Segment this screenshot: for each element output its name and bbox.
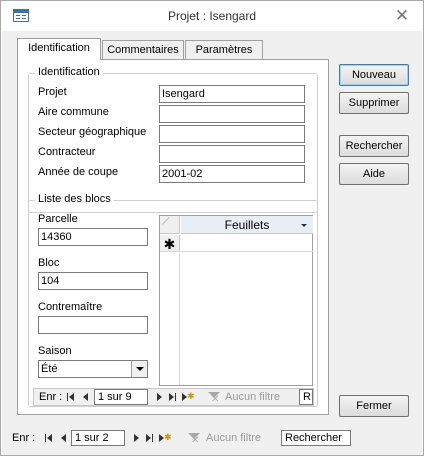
tab-identification[interactable]: Identification: [17, 38, 101, 60]
parcelle-label: Parcelle: [38, 213, 78, 225]
contremaitre-label: Contremaître: [38, 301, 103, 313]
form-search-input[interactable]: Rechercher: [281, 430, 351, 446]
bloc-label: Bloc: [38, 257, 60, 269]
contracteur-label: Contracteur: [38, 146, 96, 158]
tab-panel-identification: Identification Projet Isengard Aire comm…: [17, 59, 329, 415]
tab-parametres[interactable]: Paramètres: [185, 40, 263, 60]
last-record-icon[interactable]: [167, 390, 179, 404]
row-selector-column: [160, 253, 180, 385]
annee-coupe-field[interactable]: 2001-02: [159, 165, 305, 183]
new-record-icon[interactable]: ✱: [181, 390, 195, 404]
annee-coupe-label: Année de coupe: [38, 166, 119, 178]
supprimer-button[interactable]: Supprimer: [339, 92, 409, 114]
aide-button[interactable]: Aide: [339, 163, 409, 185]
feuillets-column-header[interactable]: Feuillets: [181, 216, 313, 234]
secteur-field[interactable]: [159, 125, 305, 143]
saison-combo[interactable]: Été: [38, 360, 148, 378]
contracteur-field[interactable]: [159, 145, 305, 163]
title-bar: Projet : Isengard ✕: [1, 1, 423, 31]
subform-nav-prefix: Enr :: [39, 391, 63, 403]
rechercher-button[interactable]: Rechercher: [339, 135, 409, 157]
form-next-record-icon[interactable]: [130, 431, 142, 445]
feuillets-datasheet[interactable]: Feuillets ✱: [159, 215, 313, 386]
next-record-icon[interactable]: [153, 390, 165, 404]
nouveau-button[interactable]: Nouveau: [339, 64, 409, 86]
subform-filter-status[interactable]: Aucun filtre: [225, 389, 280, 405]
form-client-area: Identification Commentaires Paramètres I…: [2, 31, 422, 455]
form-new-record-icon[interactable]: ✱: [158, 431, 172, 445]
dialog-window: Projet : Isengard ✕ Identification Comme…: [0, 0, 424, 456]
form-navigation-bar: Enr : 1 sur 2 ✱ ✕ Aucun filtre Recherche…: [6, 430, 353, 448]
identification-group-label: Identification: [35, 66, 103, 78]
close-icon[interactable]: ✕: [391, 5, 413, 27]
window-title: Projet : Isengard: [167, 9, 257, 23]
form-previous-record-icon[interactable]: [58, 431, 70, 445]
projet-label: Projet: [38, 86, 67, 98]
projet-field[interactable]: Isengard: [159, 85, 305, 103]
saison-dropdown-button[interactable]: [131, 361, 147, 377]
form-filter-status[interactable]: Aucun filtre: [206, 430, 261, 446]
fermer-button[interactable]: Fermer: [339, 395, 409, 417]
secteur-label: Secteur géographique: [38, 126, 147, 138]
parcelle-field[interactable]: 14360: [38, 228, 148, 246]
form-nav-prefix: Enr :: [12, 432, 36, 444]
previous-record-icon[interactable]: [80, 390, 92, 404]
saison-label: Saison: [38, 345, 72, 357]
form-first-record-icon[interactable]: [44, 431, 56, 445]
column-dropdown-icon[interactable]: [301, 224, 307, 227]
new-row-selector[interactable]: ✱: [160, 235, 180, 252]
form-record-number[interactable]: 1 sur 2: [71, 430, 125, 446]
chevron-down-icon: [136, 367, 144, 371]
new-row-cell[interactable]: [181, 235, 313, 252]
saison-value: Été: [41, 363, 58, 375]
subform-record-number[interactable]: 1 sur 9: [94, 389, 148, 405]
bloc-field[interactable]: 104: [38, 272, 148, 290]
first-record-icon[interactable]: [66, 390, 78, 404]
aire-commune-label: Aire commune: [38, 106, 109, 118]
contremaitre-field[interactable]: [38, 316, 148, 334]
tab-commentaires[interactable]: Commentaires: [102, 40, 184, 60]
subform-search-input[interactable]: R: [299, 389, 313, 405]
aire-commune-field[interactable]: [159, 105, 305, 123]
form-last-record-icon[interactable]: [144, 431, 156, 445]
blocs-group-label: Liste des blocs: [35, 193, 114, 205]
subform-navigation-bar: Enr : 1 sur 9 ✱ ✕ Aucun filtre R: [33, 388, 314, 406]
datasheet-select-all[interactable]: [160, 216, 180, 234]
feuillets-column-label: Feuillets: [224, 218, 270, 232]
